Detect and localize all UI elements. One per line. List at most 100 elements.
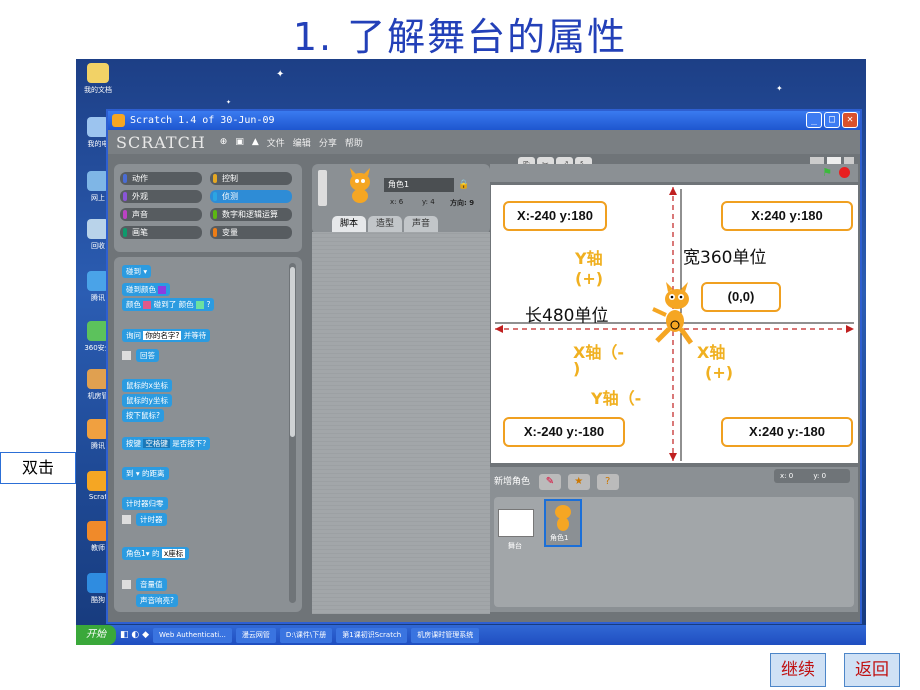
back-button[interactable]: 返回: [844, 653, 900, 687]
sprite-name-field[interactable]: 角色1: [384, 178, 454, 192]
start-button[interactable]: 开始: [76, 625, 116, 645]
green-flag-icon[interactable]: ⚑: [822, 166, 832, 179]
folder-icon: [87, 63, 109, 83]
sparkle-icon: ✦: [276, 69, 285, 80]
close-button[interactable]: ✕: [842, 112, 858, 128]
block-attribute-of[interactable]: 角色1▾ 的 x座标: [122, 547, 190, 560]
y-axis-positive-label: Y轴: [575, 249, 603, 268]
loudness-checkbox[interactable]: [122, 580, 131, 589]
sprite-info-panel: 角色1 🔒 x: 6 y: 4 方向: 9 脚本 造型 声音: [312, 164, 490, 234]
taskbar-item-scratch[interactable]: 第1课初识Scratch: [336, 627, 408, 643]
block-touching[interactable]: 碰到 ▾: [122, 265, 152, 278]
category-motion[interactable]: 动作: [120, 172, 202, 185]
x-axis-negative-label: X轴（-: [573, 343, 624, 362]
category-sensing[interactable]: 侦测: [210, 190, 292, 203]
taskbar-item-web[interactable]: Web Authenticati...: [153, 627, 232, 643]
tab-scripts[interactable]: 脚本: [332, 216, 367, 232]
blocks-palette: 碰到 ▾ 碰到颜色 颜色 碰到了 颜色 ? 询问 你的名字? 并等待 回答 鼠标…: [114, 257, 302, 612]
stop-icon[interactable]: [839, 167, 850, 178]
block-distance-to[interactable]: 到 ▾ 的距离: [122, 467, 169, 480]
sprite-thumbnail[interactable]: 角色1: [544, 499, 582, 547]
menubar: SCRATCH ⊕ ▣ ▲ 文件 编辑 分享 帮助: [108, 130, 860, 154]
palette-scrollbar[interactable]: [289, 263, 296, 603]
menu-share[interactable]: 分享: [319, 136, 337, 149]
width-label: 宽360单位: [683, 248, 767, 268]
new-sprite-label: 新增角色: [494, 477, 531, 487]
desktop-icon-documents[interactable]: 我的文档: [78, 63, 118, 95]
menu-file[interactable]: 文件: [267, 136, 285, 149]
save-icon[interactable]: ▣: [235, 137, 244, 147]
block-reset-timer[interactable]: 计时器归零: [122, 497, 168, 510]
taskbar-item-folder[interactable]: D:\课件\下册: [279, 627, 333, 643]
share-icon[interactable]: ▲: [252, 137, 259, 147]
block-key-pressed[interactable]: 按键 空格键 是否按下?: [122, 437, 211, 450]
choose-sprite-icon[interactable]: ★: [567, 473, 590, 490]
callout-origin: (0,0): [701, 282, 781, 312]
stage-thumbnail-label: 舞台: [508, 542, 522, 550]
globe-icon[interactable]: ⊕: [220, 137, 228, 147]
sprite-list-panel: 新增角色 ✎ ★ ? x: 0 y: 0 舞台 角色1: [490, 467, 858, 612]
tab-costumes[interactable]: 造型: [368, 216, 403, 232]
block-answer[interactable]: 回答: [136, 349, 159, 362]
y-axis-negative-label: Y轴（-: [591, 389, 642, 408]
sparkle-icon: ✦: [226, 99, 232, 106]
block-ask[interactable]: 询问 你的名字? 并等待: [122, 329, 211, 342]
window-title: Scratch 1.4 of 30-Jun-09: [130, 115, 275, 126]
block-loudness[interactable]: 音量值: [136, 578, 167, 591]
callout-bottom-left: X:-240 y:-180: [503, 417, 625, 447]
category-operators[interactable]: 数字和逻辑运算: [210, 208, 292, 221]
category-variables[interactable]: 变量: [210, 226, 292, 239]
lock-icon[interactable]: 🔒: [458, 180, 469, 190]
menu-edit[interactable]: 编辑: [293, 136, 311, 149]
tab-sounds[interactable]: 声音: [404, 216, 439, 232]
taskbar-item-lab[interactable]: 机房课时管理系统: [411, 627, 480, 643]
quicklaunch-icon[interactable]: ◧ ◐ ◆: [120, 630, 149, 640]
y-axis-positive-sign: (+): [575, 269, 604, 288]
scratch-cat-icon: [112, 114, 125, 127]
scratch-logo: SCRATCH: [116, 132, 206, 152]
taskbar-item-netmgr[interactable]: 漫云网管: [235, 627, 276, 643]
maximize-button[interactable]: □: [824, 112, 840, 128]
double-click-label: 双击: [0, 452, 76, 484]
category-pen[interactable]: 画笔: [120, 226, 202, 239]
script-area[interactable]: [312, 232, 490, 614]
desktop-screenshot: ✦ ✦ ✦ 我的文档 我的电 网上 回收 腾讯 360安全 机房管 腾讯 Scr…: [76, 59, 866, 645]
category-control[interactable]: 控制: [210, 172, 292, 185]
block-mouse-y[interactable]: 鼠标的y坐标: [122, 394, 172, 407]
window-titlebar[interactable]: Scratch 1.4 of 30-Jun-09 _ □ ✕: [108, 111, 860, 130]
answer-checkbox[interactable]: [122, 351, 131, 360]
sprite-y: y: 4: [422, 198, 435, 206]
stage-header: ⚑: [490, 164, 858, 182]
minimize-button[interactable]: _: [806, 112, 822, 128]
block-color-touching[interactable]: 颜色 碰到了 颜色 ?: [122, 298, 215, 311]
slide-title: 1. 了解舞台的属性: [292, 15, 628, 59]
callout-bottom-right: X:240 y:-180: [721, 417, 853, 447]
sprite-cat-icon: [350, 168, 370, 203]
category-sound[interactable]: 声音: [120, 208, 202, 221]
block-loud[interactable]: 声音响亮?: [136, 594, 178, 607]
block-timer[interactable]: 计时器: [136, 513, 167, 526]
sprite-list: 舞台 角色1: [494, 497, 854, 607]
continue-button[interactable]: 继续: [770, 653, 826, 687]
taskbar: 开始 ◧ ◐ ◆ Web Authenticati... 漫云网管 D:\课件\…: [76, 625, 866, 645]
block-mouse-x[interactable]: 鼠标的x坐标: [122, 379, 172, 392]
mouse-coords: x: 0 y: 0: [774, 469, 850, 483]
sprite-cat-icon: [555, 505, 571, 531]
stage-thumbnail[interactable]: [498, 509, 534, 537]
category-looks[interactable]: 外观: [120, 190, 202, 203]
random-sprite-icon[interactable]: ?: [596, 473, 619, 490]
block-touching-color[interactable]: 碰到颜色: [122, 283, 171, 296]
mouse-y: y: 0: [813, 472, 827, 480]
length-label: 长480单位: [525, 306, 609, 326]
paint-sprite-icon[interactable]: ✎: [538, 473, 561, 490]
timer-checkbox[interactable]: [122, 515, 131, 524]
callout-top-left: X:-240 y:180: [503, 201, 607, 231]
scratch-window: Scratch 1.4 of 30-Jun-09 _ □ ✕ SCRATCH ⊕…: [106, 109, 862, 624]
x-axis-positive-sign: (+): [705, 363, 734, 382]
menu-help[interactable]: 帮助: [345, 136, 363, 149]
rotation-style-icon[interactable]: [318, 170, 327, 206]
stage[interactable]: X:-240 y:180 X:240 y:180 (0,0) X:-240 y:…: [491, 185, 858, 463]
x-axis-positive-label: X轴: [697, 343, 726, 362]
block-mouse-down[interactable]: 按下鼠标?: [122, 409, 164, 422]
mouse-x: x: 0: [780, 472, 794, 480]
